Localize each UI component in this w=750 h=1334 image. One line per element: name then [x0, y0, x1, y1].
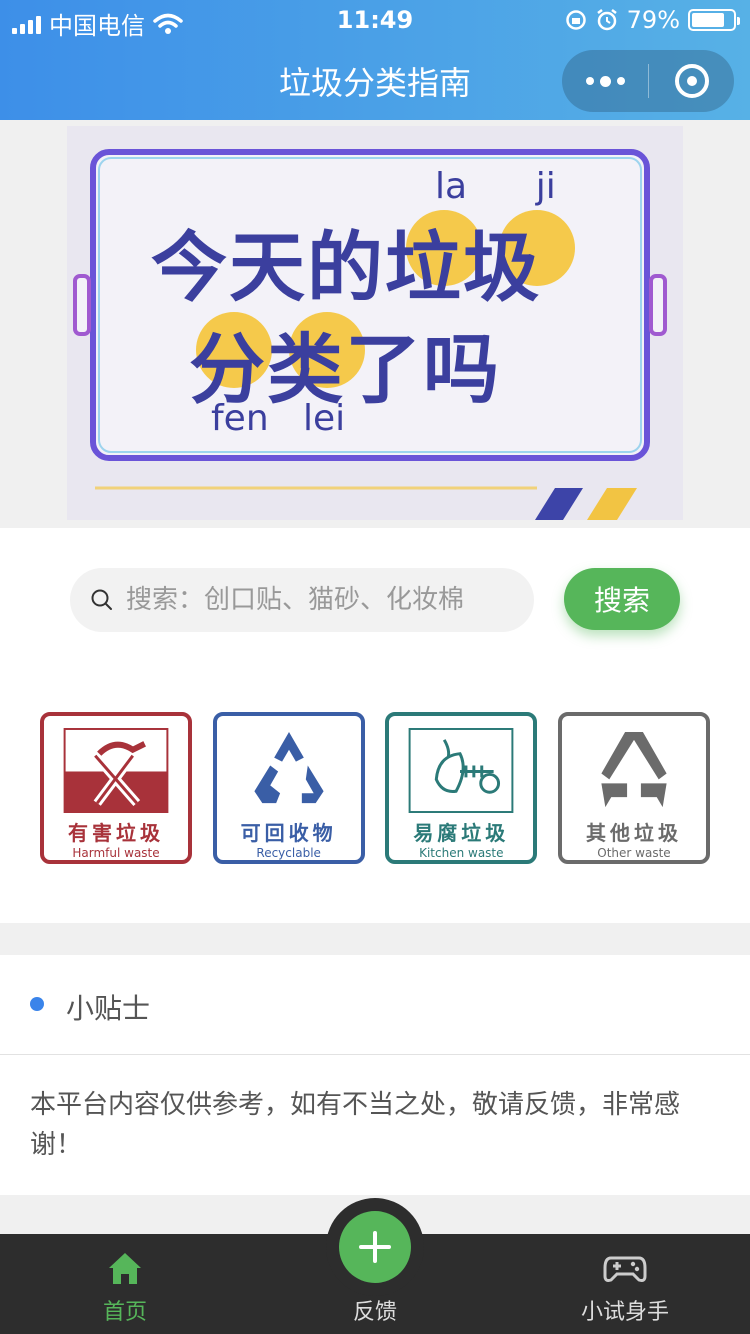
- tips-title: 小贴士: [66, 992, 151, 1025]
- category-kitchen-en: Kitchen waste: [419, 846, 504, 860]
- recycle-icon: [254, 731, 324, 804]
- capsule-menu: [562, 50, 734, 112]
- category-other-en: Other waste: [597, 846, 671, 860]
- alarm-icon: [596, 9, 617, 31]
- search-section: 搜索 有害垃圾 Harmful waste 可回收物 Recyclable: [0, 528, 750, 923]
- banner-section: 今天的垃圾 分类了吗 la ji fen lei: [0, 120, 750, 528]
- search-box[interactable]: [70, 568, 534, 632]
- category-harmful-zh: 有害垃圾: [68, 821, 164, 845]
- plus-icon: [359, 1231, 391, 1263]
- category-other-zh: 其他垃圾: [585, 821, 682, 845]
- battery-percent: 79%: [626, 6, 680, 34]
- tab-feedback-label: 反馈: [352, 1300, 397, 1325]
- more-dots-icon[interactable]: [562, 75, 648, 87]
- category-harmful-en: Harmful waste: [72, 846, 160, 860]
- category-other[interactable]: 其他垃圾 Other waste: [557, 712, 710, 864]
- category-recyclable[interactable]: 可回收物 Recyclable: [212, 712, 365, 864]
- tab-home-label: 首页: [102, 1300, 147, 1325]
- banner-pinyin-bottom: fen lei: [211, 398, 346, 439]
- add-feedback-button[interactable]: [339, 1211, 411, 1283]
- tips-header: 小贴士: [0, 955, 750, 1055]
- battery-icon: [688, 9, 740, 31]
- home-icon: [109, 1253, 141, 1284]
- banner-line1-b: 垃圾: [385, 223, 541, 312]
- gamepad-icon: [603, 1256, 647, 1282]
- search-button[interactable]: 搜索: [564, 568, 680, 630]
- kitchen-waste-icon: [408, 728, 514, 813]
- search-input[interactable]: [126, 585, 506, 615]
- banner-image[interactable]: 今天的垃圾 分类了吗 la ji fen lei: [67, 126, 683, 520]
- banner-line2-b: 了吗: [345, 325, 501, 414]
- category-kitchen[interactable]: 易腐垃圾 Kitchen waste: [385, 712, 538, 864]
- category-kitchen-zh: 易腐垃圾: [413, 821, 510, 845]
- category-list: 有害垃圾 Harmful waste 可回收物 Recyclable 易腐垃圾 …: [40, 712, 710, 866]
- category-recyclable-zh: 可回收物: [240, 821, 337, 845]
- other-waste-icon: [601, 731, 667, 808]
- tab-game-label: 小试身手: [580, 1300, 669, 1325]
- banner-pinyin-top: la ji: [435, 166, 556, 207]
- tips-body: 本平台内容仅供参考，如有不当之处，敬请反馈，非常感谢！: [0, 1055, 750, 1195]
- status-bar: 中国电信 11:49 79%: [0, 0, 750, 40]
- rotation-lock-icon: [565, 10, 586, 30]
- category-recyclable-en: Recyclable: [256, 846, 321, 860]
- tips-text: 本平台内容仅供参考，如有不当之处，敬请反馈，非常感谢！: [30, 1090, 681, 1160]
- tab-game[interactable]: 小试身手: [500, 1234, 750, 1334]
- search-icon: [91, 589, 112, 610]
- tab-home[interactable]: 首页: [0, 1234, 250, 1334]
- status-right: 79%: [565, 6, 740, 34]
- tips-dot-icon: [30, 997, 44, 1011]
- harmful-waste-icon: [63, 728, 169, 813]
- banner-line1-a: 今天的: [151, 223, 385, 312]
- category-harmful[interactable]: 有害垃圾 Harmful waste: [40, 712, 192, 864]
- close-target-icon[interactable]: [649, 64, 734, 98]
- header: 中国电信 11:49 79% 垃圾分类指南: [0, 0, 750, 120]
